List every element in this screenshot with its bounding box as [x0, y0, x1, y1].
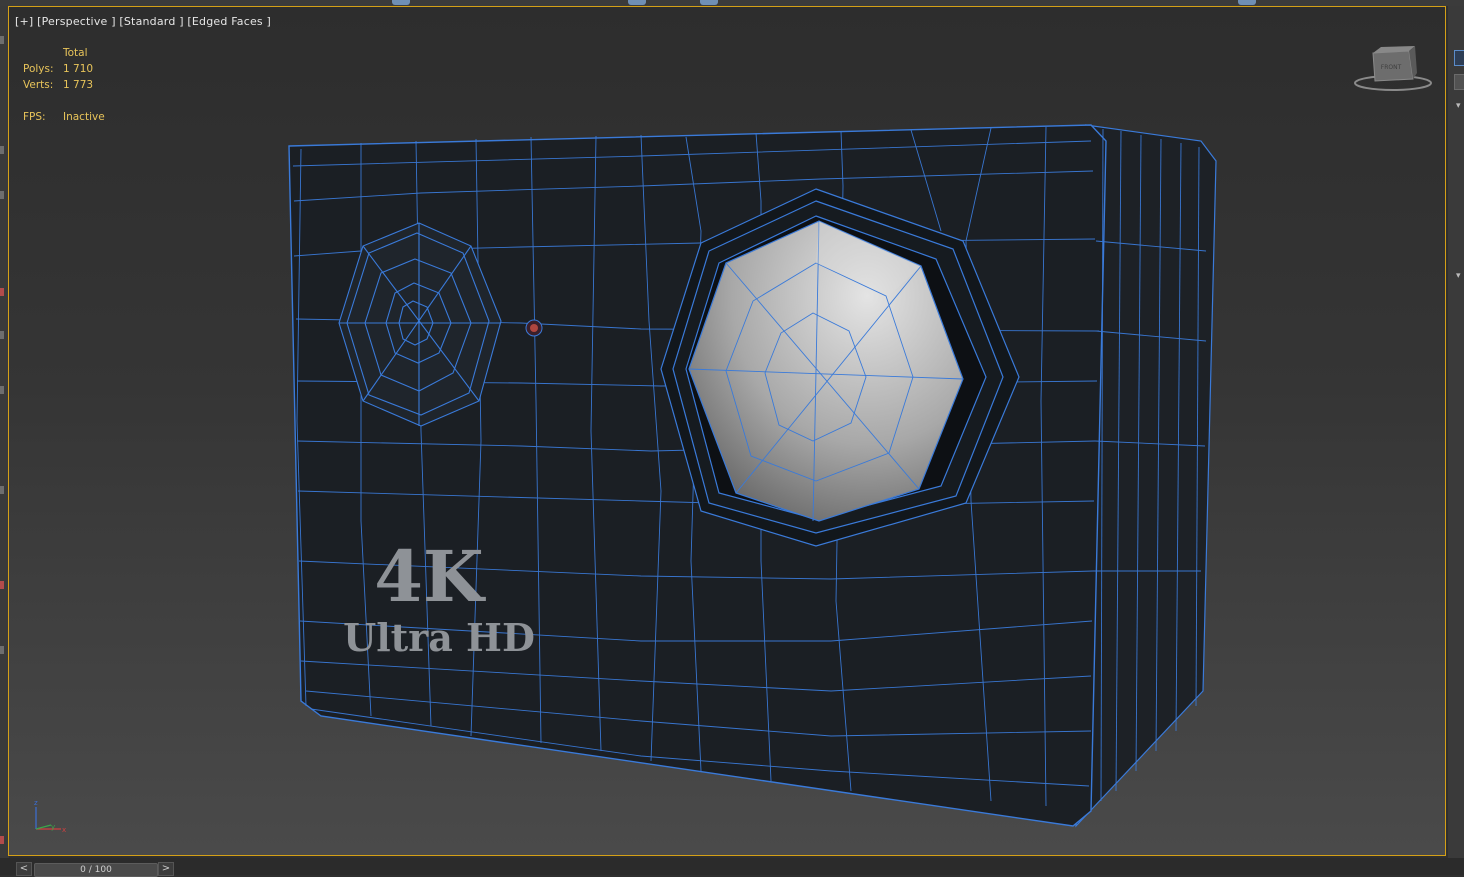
verts-value: 1 773: [63, 79, 94, 91]
left-tool-button[interactable]: [0, 36, 4, 44]
prev-frame-button[interactable]: <: [16, 862, 32, 876]
viewport-label-menu[interactable]: [+] [Perspective ] [Standard ] [Edged Fa…: [15, 15, 271, 28]
polys-label: Polys:: [23, 63, 54, 75]
left-tool-button[interactable]: [0, 331, 4, 339]
left-tool-button[interactable]: [0, 146, 4, 154]
axis-tripod-icon: z y x: [34, 799, 66, 834]
body-text-4k: 4K: [374, 535, 486, 618]
statistics-overlay: Total Polys: 1 710 Verts: 1 773 FPS: Inacti…: [23, 45, 105, 125]
polys-value: 1 710: [63, 63, 94, 75]
toolbar-button-active[interactable]: [628, 0, 646, 5]
perspective-viewport[interactable]: 4K Ultra HD [+] [Perspective ] [Standard…: [8, 6, 1446, 856]
axis-z-label: z: [34, 799, 38, 807]
left-tool-button[interactable]: [0, 191, 4, 199]
toolbar-button-active[interactable]: [700, 0, 718, 5]
rollout-arrow-icon[interactable]: ▾: [1456, 101, 1461, 111]
left-tool-button[interactable]: [0, 288, 4, 296]
fps-value: Inactive: [63, 111, 105, 123]
left-tool-button[interactable]: [0, 581, 4, 589]
verts-label: Verts:: [23, 79, 54, 91]
viewcube-face-label: FRONT: [1381, 64, 1402, 71]
body-text-ultra-hd: Ultra HD: [343, 615, 535, 660]
fps-label: FPS:: [23, 111, 46, 123]
left-tool-button[interactable]: [0, 486, 4, 494]
axis-x-label: x: [62, 826, 66, 834]
command-panel-button[interactable]: [1454, 50, 1464, 66]
camera-model-wireframe[interactable]: 4K Ultra HD: [9, 7, 1446, 856]
time-slider-bar: < 0 / 100 >: [0, 858, 1464, 877]
rollout-arrow-icon[interactable]: ▾: [1456, 271, 1461, 281]
stats-header: Total: [63, 47, 88, 59]
next-frame-button[interactable]: >: [158, 862, 174, 876]
axis-y-label: y: [51, 823, 55, 831]
command-panel-edge: ▾ ▾: [1448, 6, 1464, 858]
command-panel-button[interactable]: [1454, 74, 1464, 90]
view-cube-icon[interactable]: FRONT: [1351, 43, 1441, 99]
toolbar-button-active[interactable]: [1238, 0, 1256, 5]
left-tool-button[interactable]: [0, 386, 4, 394]
toolbar-button-active[interactable]: [392, 0, 410, 5]
left-tool-button[interactable]: [0, 646, 4, 654]
left-tool-button[interactable]: [0, 836, 4, 844]
